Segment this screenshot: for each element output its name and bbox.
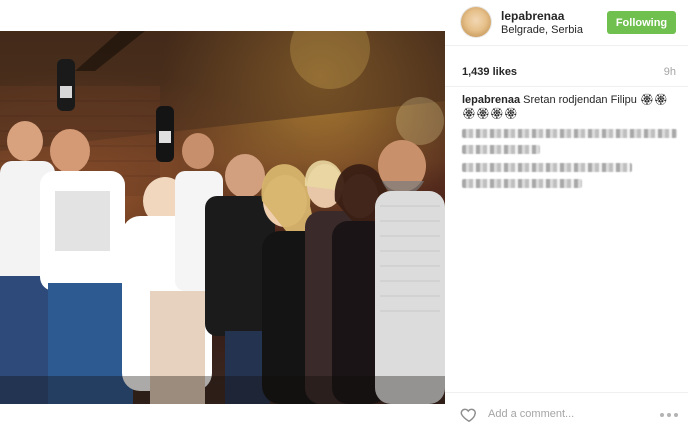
post-photo[interactable] [0, 31, 445, 404]
comment-bar [445, 393, 688, 430]
post-time[interactable]: 9h [664, 66, 676, 78]
caption-username[interactable]: lepabrenaa [462, 94, 520, 106]
heart-icon[interactable] [460, 406, 478, 422]
following-button[interactable]: Following [607, 11, 676, 34]
post-sidebar: lepabrenaa Belgrade, Serbia Following 1,… [445, 0, 688, 430]
blurred-comment [462, 145, 540, 154]
username[interactable]: lepabrenaa [501, 9, 564, 23]
more-options-icon[interactable] [660, 413, 678, 417]
blurred-comment [462, 129, 677, 138]
divider [445, 45, 688, 46]
divider [445, 86, 688, 87]
add-comment-input[interactable] [488, 406, 638, 422]
avatar[interactable] [461, 7, 491, 37]
party-photo-icon [0, 31, 445, 404]
caption: lepabrenaa Sretan rodjendan Filipu 🏵🏵🏵🏵🏵… [462, 93, 672, 121]
blurred-comment [462, 163, 632, 172]
blurred-comment [462, 179, 582, 188]
likes-count[interactable]: 1,439 likes [462, 66, 517, 78]
post-header: lepabrenaa Belgrade, Serbia Following [445, 0, 688, 45]
location[interactable]: Belgrade, Serbia [501, 24, 583, 36]
